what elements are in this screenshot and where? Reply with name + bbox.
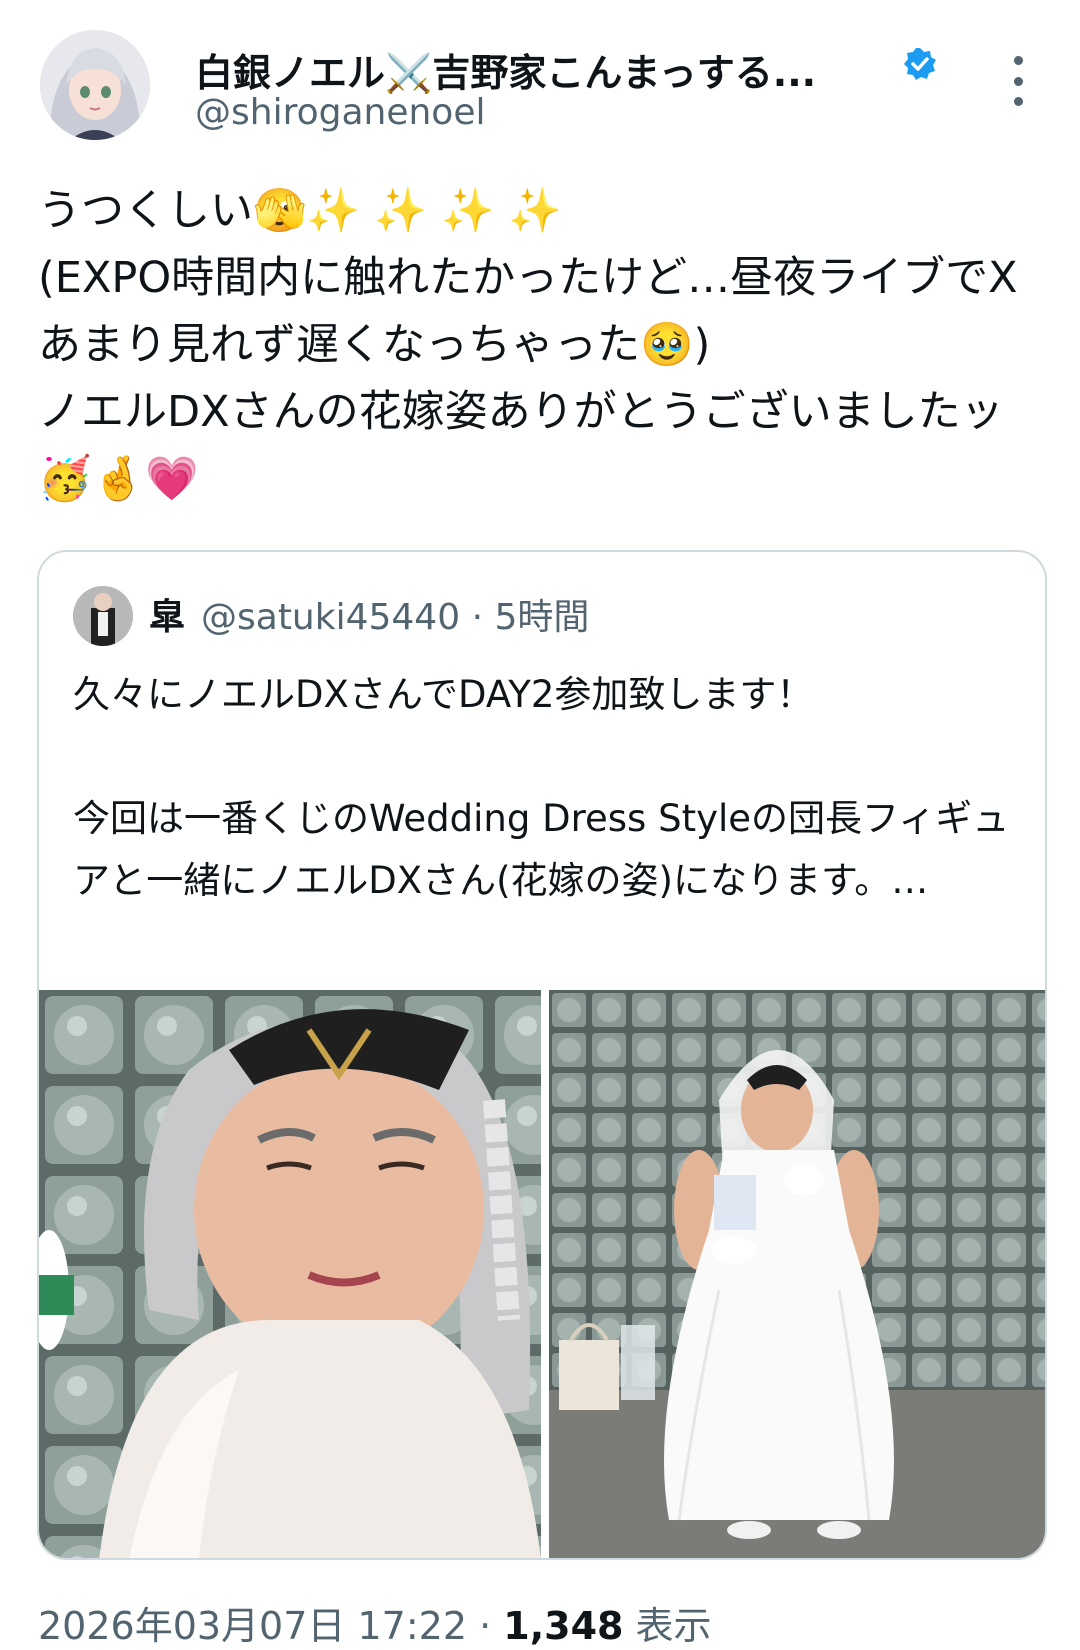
- author-avatar[interactable]: [40, 30, 150, 140]
- cosplay-bride-closeup-photo[interactable]: [39, 990, 541, 1558]
- views-count: 1,348: [503, 1604, 624, 1648]
- cosplay-bride-fullbody-photo[interactable]: [549, 990, 1045, 1558]
- quoted-author-avatar[interactable]: [73, 586, 133, 646]
- quoted-avatar-photo-icon: [73, 586, 133, 646]
- author-display-name[interactable]: 白銀ノエル⚔️吉野家こんまっする...: [195, 42, 816, 97]
- tweet-timestamp[interactable]: 2026年03月07日 17:22 ·: [38, 1604, 503, 1648]
- quoted-tweet-card[interactable]: 皐 @satuki45440 · 5時間 久々にノエルDXさんでDAY2参加致し…: [37, 550, 1047, 1560]
- author-handle[interactable]: @shiroganenoel: [195, 92, 485, 133]
- views-label: 表示: [623, 1604, 712, 1648]
- verified-badge-icon: [902, 46, 938, 82]
- quoted-display-name[interactable]: 皐: [149, 588, 185, 640]
- anime-avatar-icon: [40, 30, 150, 140]
- tweet-text: うつくしい🫣✨ ✨ ✨ ✨ (EXPO時間内に触れたかったけど…昼夜ライブでXあ…: [38, 186, 1018, 504]
- quoted-handle-time[interactable]: @satuki45440 · 5時間: [201, 588, 589, 640]
- quoted-tweet-text: 久々にノエルDXさんでDAY2参加致します！ 今回は一番くじのWedding D…: [73, 673, 1010, 902]
- more-options-icon[interactable]: [1010, 56, 1026, 106]
